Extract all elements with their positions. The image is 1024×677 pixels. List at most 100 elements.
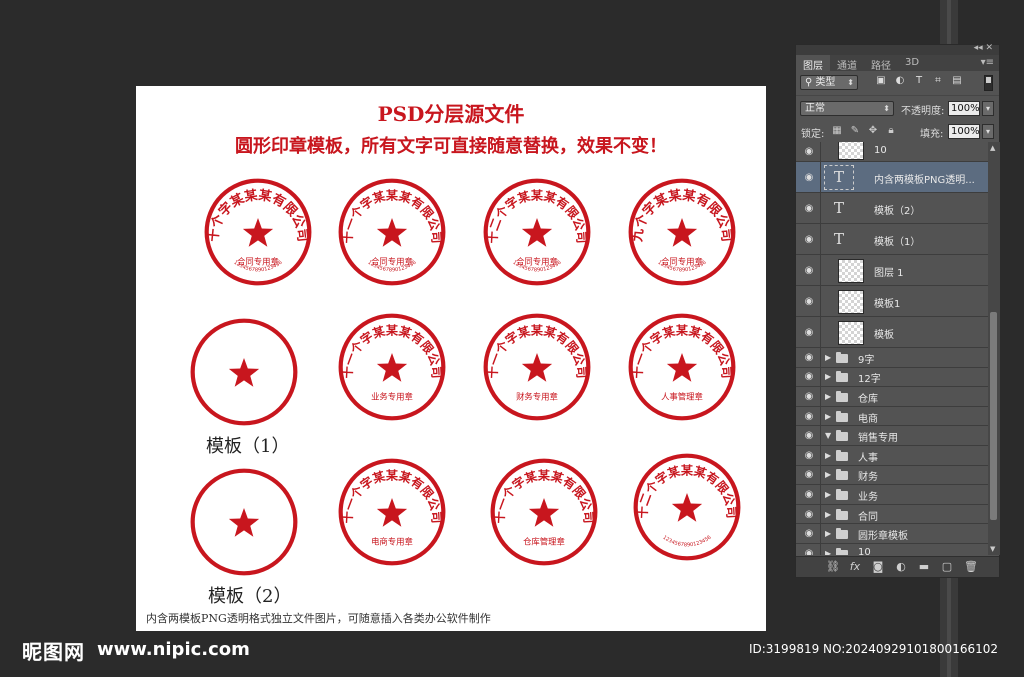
fill-dropdown[interactable]: ▾ — [982, 124, 994, 139]
lock-paint-icon[interactable]: ✎ — [850, 125, 860, 136]
visibility-eye-icon[interactable]: ◉ — [802, 172, 816, 183]
column-divider — [820, 387, 821, 406]
expand-arrow-icon[interactable]: ▶ — [825, 490, 831, 499]
visibility-eye-icon[interactable]: ◉ — [802, 265, 816, 276]
folder-icon — [836, 488, 848, 500]
panel-tabs: 图层 通道 路径 3D ▾≡ — [796, 55, 999, 72]
layer-list-scrollbar[interactable]: ▲ ▼ — [988, 142, 1000, 555]
watermark-id: ID:3199819 NO:20240929101800166102 — [748, 642, 998, 656]
layer-row[interactable]: ◉ ▶ 12字 — [796, 367, 988, 388]
panel-menu-icon[interactable]: ▾≡ — [981, 57, 994, 68]
lock-transparency-icon[interactable]: ▦ — [832, 125, 842, 136]
visibility-eye-icon[interactable]: ◉ — [802, 431, 816, 441]
visibility-eye-icon[interactable]: ◉ — [802, 327, 816, 338]
layer-row[interactable]: ◉ ▶ 人事 — [796, 445, 988, 466]
layer-row[interactable]: ◉ ▶ 财务 — [796, 465, 988, 486]
visibility-eye-icon[interactable]: ◉ — [802, 509, 816, 520]
visibility-eye-icon[interactable]: ◉ — [802, 203, 816, 214]
visibility-eye-icon[interactable]: ◉ — [802, 296, 816, 307]
seal: 十一个字某某某有限公司 业务专用章 — [336, 311, 448, 423]
visibility-eye-icon[interactable]: ◉ — [802, 352, 816, 363]
visibility-eye-icon[interactable]: ◉ — [802, 372, 816, 382]
group-icon[interactable]: ▬ — [918, 561, 930, 573]
expand-arrow-icon[interactable]: ▶ — [825, 392, 831, 401]
scroll-thumb[interactable] — [990, 312, 997, 520]
tab-paths[interactable]: 路径 — [864, 55, 898, 72]
folder-icon — [836, 430, 848, 442]
layer-row[interactable]: ◉ ▶ 电商 — [796, 406, 988, 427]
layer-row[interactable]: ◉ T 模板（1） — [796, 224, 988, 255]
layer-row[interactable]: ◉ 模板 — [796, 317, 988, 348]
layer-row[interactable]: ◉ 图层 1 — [796, 255, 988, 286]
filter-adjustment-icon[interactable]: ◐ — [895, 76, 905, 86]
layer-row[interactable]: ◉ 10 — [796, 142, 988, 162]
expand-arrow-icon[interactable]: ▶ — [825, 412, 831, 421]
filter-shape-icon[interactable]: ⌗ — [933, 76, 943, 86]
tab-channels[interactable]: 通道 — [830, 55, 864, 72]
trash-icon[interactable]: 🗑︎ — [964, 561, 978, 573]
visibility-eye-icon[interactable]: ◉ — [802, 450, 816, 461]
opacity-dropdown[interactable]: ▾ — [982, 101, 994, 116]
seal-star-icon — [376, 353, 408, 382]
filter-smartobject-icon[interactable]: ▤ — [952, 76, 962, 86]
seal-star-icon — [666, 218, 698, 247]
layers-panel: ◂◂ ✕ 图层 通道 路径 3D ▾≡ ⚲ 类型 ⬍ ▣ ◐ T ⌗ ▤ 正常 ⬍… — [795, 43, 1000, 578]
filter-pixel-icon[interactable]: ▣ — [876, 76, 886, 86]
collapse-close-icon[interactable]: ◂◂ ✕ — [974, 43, 993, 53]
seal-star-icon — [521, 218, 553, 247]
visibility-eye-icon[interactable]: ◉ — [802, 234, 816, 245]
panel-titlebar[interactable]: ◂◂ ✕ — [796, 43, 999, 55]
layer-row[interactable]: ◉ ▶ 10 — [796, 543, 988, 555]
filter-type-icon[interactable]: T — [914, 76, 924, 86]
scroll-up-icon[interactable]: ▲ — [990, 144, 995, 152]
lock-all-icon[interactable]: 🔒︎ — [886, 125, 896, 136]
layer-row[interactable]: ◉ T 模板（2） — [796, 193, 988, 224]
expand-arrow-icon[interactable]: ▶ — [825, 451, 831, 460]
visibility-eye-icon[interactable]: ◉ — [802, 470, 816, 480]
layer-row[interactable]: ◉ ▶ 业务 — [796, 485, 988, 505]
layer-name: 内含两模板PNG透明... — [874, 174, 975, 186]
scroll-down-icon[interactable]: ▼ — [990, 545, 995, 553]
watermark-url: www.nipic.com — [97, 639, 250, 660]
expand-arrow-icon[interactable]: ▶ — [825, 470, 831, 479]
new-layer-icon[interactable]: ▢ — [941, 561, 953, 573]
visibility-eye-icon[interactable]: ◉ — [802, 411, 816, 422]
expand-arrow-icon[interactable]: ▶ — [825, 510, 831, 519]
filter-toggle[interactable] — [984, 75, 993, 91]
blend-mode-select[interactable]: 正常 ⬍ — [800, 101, 894, 116]
layer-name: 12字 — [858, 374, 881, 386]
visibility-eye-icon[interactable]: ◉ — [802, 147, 816, 157]
template2-label: 模板（2） — [208, 586, 292, 607]
expand-arrow-icon[interactable]: ▶ — [825, 353, 831, 362]
tab-layers[interactable]: 图层 — [796, 55, 830, 72]
seal-dept-text: 电商专用章 — [371, 537, 413, 547]
filter-kind-select[interactable]: ⚲ 类型 ⬍ — [800, 75, 858, 90]
expand-arrow-icon[interactable]: ▶ — [825, 549, 831, 555]
visibility-eye-icon[interactable]: ◉ — [802, 489, 816, 500]
layer-row[interactable]: ◉ ▶ 合同 — [796, 504, 988, 525]
visibility-eye-icon[interactable]: ◉ — [802, 548, 816, 555]
layer-thumbnail — [838, 320, 864, 345]
expand-arrow-icon[interactable]: ▶ — [825, 529, 831, 538]
opacity-input[interactable]: 100% — [948, 101, 980, 116]
layer-row[interactable]: ◉ T 内含两模板PNG透明... — [796, 162, 988, 193]
layer-row[interactable]: ◉ ▶ 仓库 — [796, 387, 988, 407]
column-divider — [820, 286, 821, 316]
expand-arrow-icon[interactable]: ▶ — [825, 372, 831, 381]
seal-star-icon — [228, 508, 260, 537]
layer-row[interactable]: ◉ 模板1 — [796, 286, 988, 317]
fill-input[interactable]: 100% — [948, 124, 980, 139]
seal-code-text: 1234567890123456 — [661, 535, 712, 549]
layer-row[interactable]: ◉ ▶ 圆形章模板 — [796, 524, 988, 544]
visibility-eye-icon[interactable]: ◉ — [802, 391, 816, 402]
layer-row[interactable]: ◉ ▶ 9字 — [796, 348, 988, 368]
visibility-eye-icon[interactable]: ◉ — [802, 529, 816, 539]
mask-icon[interactable]: ◙ — [872, 561, 884, 573]
tab-3d[interactable]: 3D — [898, 55, 926, 71]
fx-icon[interactable]: fx — [849, 561, 861, 573]
adjustment-icon[interactable]: ◐ — [895, 561, 907, 573]
expand-arrow-icon[interactable]: ▼ — [825, 431, 831, 440]
link-icon[interactable]: ⛓ — [826, 561, 840, 573]
lock-position-icon[interactable]: ✥ — [868, 125, 878, 136]
layer-row[interactable]: ◉ ▼ 销售专用 — [796, 426, 988, 446]
